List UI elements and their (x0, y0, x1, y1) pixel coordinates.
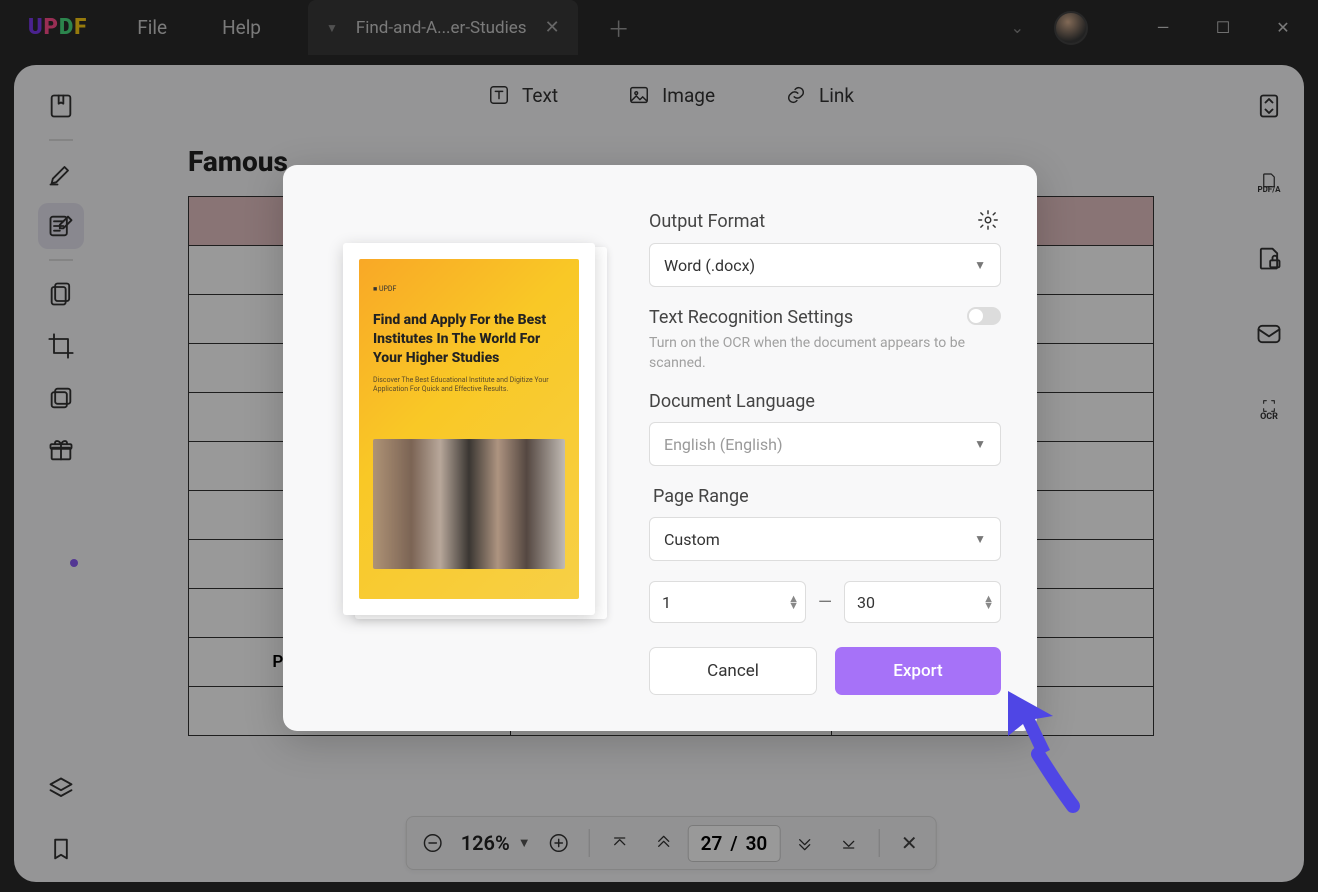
output-format-label: Output Format (649, 211, 765, 232)
range-dash: — (818, 592, 832, 613)
export-button[interactable]: Export (835, 647, 1001, 695)
step-down-icon[interactable]: ▼ (983, 602, 994, 610)
page-range-select[interactable]: Custom▼ (649, 517, 1001, 561)
chevron-down-icon: ▼ (974, 258, 986, 272)
step-down-icon[interactable]: ▼ (788, 602, 799, 610)
chevron-down-icon: ▼ (974, 532, 986, 546)
page-range-label: Page Range (653, 486, 749, 507)
chevron-down-icon: ▼ (974, 437, 986, 451)
settings-gear-icon[interactable] (977, 209, 1001, 233)
range-to-input[interactable]: 30 ▲▼ (844, 581, 1001, 623)
cancel-button[interactable]: Cancel (649, 647, 817, 695)
language-label: Document Language (649, 391, 815, 412)
thumb-title: Find and Apply For the Best Institutes I… (373, 311, 565, 368)
output-format-select[interactable]: Word (.docx)▼ (649, 243, 1001, 287)
document-thumbnail: ■ UPDF Find and Apply For the Best Insti… (343, 243, 595, 615)
language-select[interactable]: English (English)▼ (649, 422, 1001, 466)
thumb-subtitle: Discover The Best Educational Institute … (373, 376, 565, 394)
range-from-input[interactable]: 1 ▲▼ (649, 581, 806, 623)
ocr-label: Text Recognition Settings (649, 307, 853, 328)
ocr-description: Turn on the OCR when the document appear… (649, 334, 1001, 373)
export-dialog: ■ UPDF Find and Apply For the Best Insti… (283, 165, 1037, 731)
thumb-image (373, 439, 565, 569)
ocr-toggle[interactable] (967, 307, 1001, 325)
